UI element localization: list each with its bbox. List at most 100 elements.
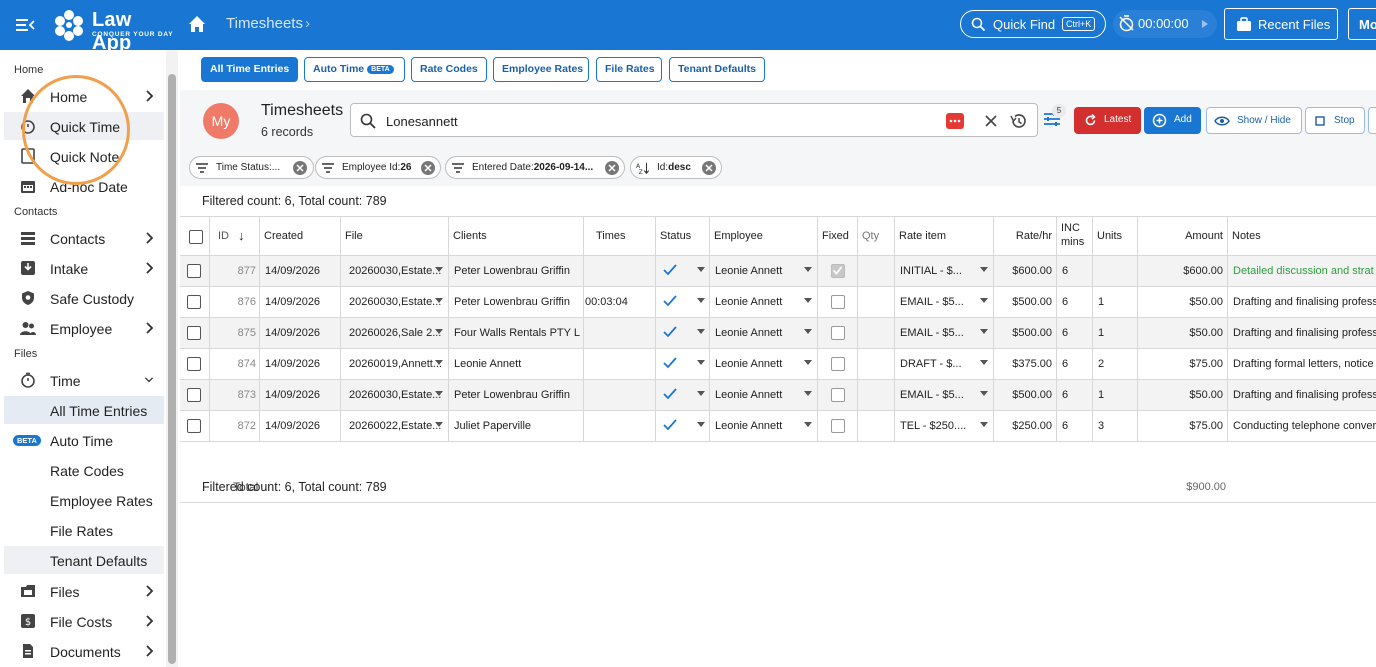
column-header-notes[interactable]: Notes xyxy=(1228,217,1376,257)
sort-desc-icon[interactable]: ↓ xyxy=(238,228,245,243)
quick-find-button[interactable]: Quick Find Ctrl+K xyxy=(960,10,1106,38)
cell-status[interactable] xyxy=(656,411,710,441)
cell-notes[interactable]: Detailed discussion and strat xyxy=(1228,256,1376,286)
cell-inc[interactable]: 6 xyxy=(1057,256,1093,286)
cell-rate[interactable]: $375.00 xyxy=(994,349,1057,379)
cell-id[interactable]: 875 xyxy=(210,318,260,348)
recent-files-button[interactable]: Recent Files xyxy=(1224,8,1338,40)
column-header-rate-hr[interactable]: Rate/hr xyxy=(994,217,1057,257)
filter-chip-time-status[interactable]: Time Status:... xyxy=(189,156,314,179)
cell-times[interactable] xyxy=(584,380,656,410)
cell-fixed[interactable] xyxy=(818,349,858,379)
cell-client[interactable]: Juliet Paperville xyxy=(449,411,584,441)
clear-icon[interactable] xyxy=(983,113,999,129)
column-header-units[interactable]: Units xyxy=(1093,217,1138,257)
select-all-checkbox[interactable] xyxy=(189,230,203,244)
dropdown-arrow-icon[interactable] xyxy=(980,422,988,427)
search-input[interactable]: Lonesannett xyxy=(350,103,1038,137)
play-icon[interactable] xyxy=(1201,19,1209,29)
remove-chip-icon[interactable] xyxy=(604,160,620,176)
sidebar-item-time[interactable]: Time xyxy=(4,366,164,394)
cell-rate[interactable]: $500.00 xyxy=(994,287,1057,317)
add-button[interactable]: Add xyxy=(1144,107,1201,134)
sidebar-item-rate-codes[interactable]: Rate Codes xyxy=(4,456,164,484)
cell-times[interactable] xyxy=(584,318,656,348)
cell-notes[interactable]: Drafting and finalising profess xyxy=(1228,380,1376,410)
filter-chip-entered-date[interactable]: Entered Date:2026-09-14... xyxy=(445,156,625,179)
tab-file-rates[interactable]: File Rates xyxy=(596,57,662,82)
row-checkbox[interactable] xyxy=(187,419,201,433)
filter-chip-employee-id[interactable]: Employee Id:26 xyxy=(315,156,441,179)
sidebar-item-auto-time[interactable]: BETA Auto Time xyxy=(4,426,164,454)
fixed-checkbox[interactable] xyxy=(831,357,845,371)
scroll-thumb[interactable] xyxy=(168,74,176,664)
cell-times[interactable] xyxy=(584,411,656,441)
history-icon[interactable] xyxy=(1009,112,1027,130)
cell-employee[interactable]: Leonie Annett xyxy=(710,287,818,317)
cell-status[interactable] xyxy=(656,318,710,348)
dropdown-arrow-icon[interactable] xyxy=(697,267,705,272)
cell-units[interactable]: 1 xyxy=(1093,318,1138,348)
dropdown-arrow-icon[interactable] xyxy=(804,298,812,303)
overflow-button[interactable] xyxy=(1368,107,1376,134)
cell-inc[interactable]: 6 xyxy=(1057,411,1093,441)
tab-rate-codes[interactable]: Rate Codes xyxy=(411,57,487,82)
dropdown-arrow-icon[interactable] xyxy=(697,360,705,365)
cell-sel[interactable] xyxy=(180,287,210,317)
dropdown-arrow-icon[interactable] xyxy=(697,391,705,396)
cell-notes[interactable]: Drafting and finalising profess xyxy=(1228,287,1376,317)
cell-client[interactable]: Four Walls Rentals PTY L xyxy=(449,318,584,348)
table-row[interactable]: 876 14/09/2026 20260030,Estate... Peter Low… xyxy=(180,287,1376,318)
cell-id[interactable]: 874 xyxy=(210,349,260,379)
sidebar-item-file-rates[interactable]: File Rates xyxy=(4,516,164,544)
dropdown-arrow-icon[interactable] xyxy=(435,267,443,272)
column-header-amount[interactable]: Amount xyxy=(1138,217,1228,257)
cell-fixed[interactable] xyxy=(818,318,858,348)
row-checkbox[interactable] xyxy=(187,388,201,402)
cell-created[interactable]: 14/09/2026 xyxy=(260,287,341,317)
timer-button[interactable]: 00:00:00 xyxy=(1113,10,1217,38)
cell-notes[interactable]: Drafting and finalising profess xyxy=(1228,318,1376,348)
cell-file[interactable]: 20260022,Estate... xyxy=(341,411,449,441)
cell-client[interactable]: Peter Lowenbrau Griffin xyxy=(449,380,584,410)
cell-employee[interactable]: Leonie Annett xyxy=(710,380,818,410)
dropdown-arrow-icon[interactable] xyxy=(435,360,443,365)
sidebar-item-employee-rates[interactable]: Employee Rates xyxy=(4,486,164,514)
fixed-checkbox[interactable] xyxy=(831,326,845,340)
sidebar-item-all-time-entries[interactable]: All Time Entries xyxy=(4,396,164,424)
cell-id[interactable]: 877 xyxy=(210,256,260,286)
cell-fixed[interactable] xyxy=(818,287,858,317)
cell-fixed[interactable] xyxy=(818,380,858,410)
cell-file[interactable]: 20260019,Annett... xyxy=(341,349,449,379)
cell-times[interactable] xyxy=(584,349,656,379)
cell-sel[interactable] xyxy=(180,256,210,286)
cell-id[interactable]: 876 xyxy=(210,287,260,317)
cell-inc[interactable]: 6 xyxy=(1057,287,1093,317)
cell-qty[interactable] xyxy=(858,411,895,441)
home-icon[interactable] xyxy=(186,13,208,35)
dropdown-arrow-icon[interactable] xyxy=(435,391,443,396)
cell-rate[interactable]: $600.00 xyxy=(994,256,1057,286)
tab-employee-rates[interactable]: Employee Rates xyxy=(493,57,589,82)
column-header-id[interactable]: ID ↓ xyxy=(210,217,260,257)
column-header-rate-item[interactable]: Rate item xyxy=(895,217,994,257)
table-row[interactable]: 874 14/09/2026 20260019,Annett... Leonie An… xyxy=(180,349,1376,380)
dropdown-arrow-icon[interactable] xyxy=(804,391,812,396)
column-header-qty[interactable]: Qty xyxy=(858,217,895,257)
cell-inc[interactable]: 6 xyxy=(1057,349,1093,379)
more-button[interactable]: Mo xyxy=(1348,8,1376,40)
menu-toggle-icon[interactable] xyxy=(14,14,36,36)
dropdown-arrow-icon[interactable] xyxy=(980,329,988,334)
cell-rate[interactable]: $500.00 xyxy=(994,318,1057,348)
cell-units[interactable]: 3 xyxy=(1093,411,1138,441)
cell-rate[interactable]: $250.00 xyxy=(994,411,1057,441)
cell-employee[interactable]: Leonie Annett xyxy=(710,349,818,379)
cell-sel[interactable] xyxy=(180,411,210,441)
cell-sel[interactable] xyxy=(180,318,210,348)
cell-qty[interactable] xyxy=(858,287,895,317)
column-header-created[interactable]: Created xyxy=(260,217,341,257)
cell-file[interactable]: 20260030,Estate... xyxy=(341,380,449,410)
remove-chip-icon[interactable] xyxy=(701,160,717,176)
app-logo[interactable]: Law App CONQUER YOUR DAY xyxy=(52,8,174,54)
filter-chip-id-sort[interactable]: AZ Id:desc xyxy=(630,156,722,179)
